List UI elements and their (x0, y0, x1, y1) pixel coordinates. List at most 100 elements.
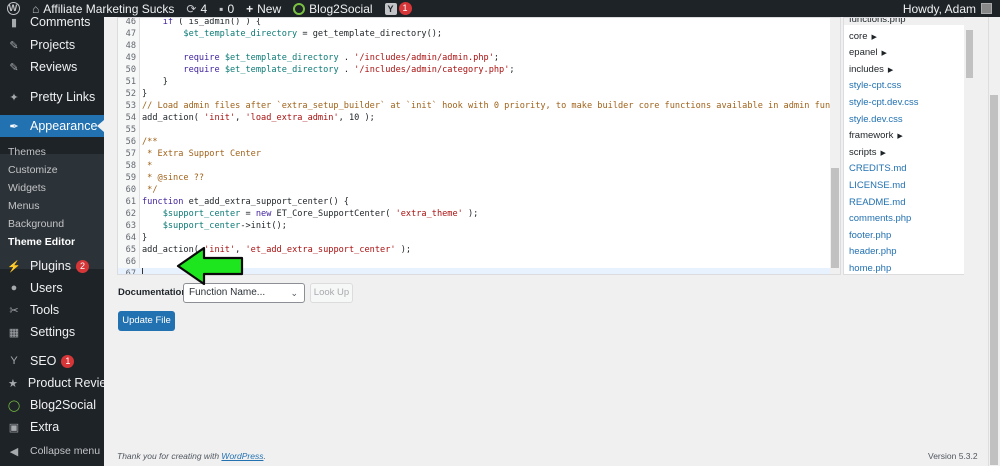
folder-item[interactable]: includes ▶ (849, 64, 893, 75)
submenu-item-background[interactable]: Background (8, 218, 64, 230)
code-line[interactable]: 55 (118, 124, 840, 136)
sidebar-item-users[interactable]: ● Users (0, 277, 104, 299)
file-item-label: epanel (849, 47, 878, 59)
sidebar-item-label: Plugins (30, 259, 71, 273)
paintbrush-icon: ✒ (9, 120, 19, 133)
code-line[interactable]: 51 } (118, 76, 840, 88)
sidebar-item-reviews[interactable]: ✎ Reviews (0, 56, 104, 78)
new-label: New (257, 1, 282, 16)
code-line[interactable]: 54 add_action( 'init', 'load_extra_admin'… (118, 112, 840, 124)
code-line[interactable]: 48 (118, 40, 840, 52)
sidebar-item-appearance[interactable]: ✒ Appearance (0, 115, 104, 137)
submenu-item-themes[interactable]: Themes (8, 146, 46, 158)
code-text: $support_center = new ET_Core_SupportCen… (162, 209, 479, 219)
file-item-label: header.php (849, 246, 897, 258)
code-editor[interactable]: 46 if ( is_admin() ) {47 $et_template_di… (117, 17, 841, 275)
file-item[interactable]: style.dev.css (849, 114, 903, 125)
code-line[interactable]: 61 function et_add_extra_support_center()… (118, 196, 840, 208)
extra-theme-icon: ▣ (8, 421, 20, 434)
sidebar-item-settings[interactable]: ▦ Settings (0, 321, 104, 343)
code-text: require $et_template_directory . '/inclu… (183, 53, 500, 63)
code-text: if ( is_admin() ) { (162, 17, 262, 27)
blog2social-link[interactable]: Blog2Social (287, 0, 378, 17)
submenu-item-widgets[interactable]: Widgets (8, 182, 46, 194)
file-item-label: style-cpt.dev.css (849, 97, 919, 108)
submenu-item-theme-editor[interactable]: Theme Editor (8, 236, 75, 248)
code-line[interactable]: 46 if ( is_admin() ) { (118, 17, 840, 28)
editor-scrollbar-thumb[interactable] (831, 168, 839, 268)
file-list-scrollbar-thumb[interactable] (966, 30, 973, 78)
update-file-button[interactable]: Update File (118, 311, 175, 331)
footer-thanks-suffix: . (263, 451, 266, 461)
code-line[interactable]: 60 */ (118, 184, 840, 196)
sidebar-item-plugins[interactable]: ⚡ Plugins 2 (0, 255, 104, 277)
folder-item[interactable]: epanel ▶ (849, 47, 887, 58)
account-menu[interactable]: Howdy, Adam (903, 2, 1000, 16)
code-line[interactable]: 50 require $et_template_directory . '/in… (118, 64, 840, 76)
code-line[interactable]: 56 /** (118, 136, 840, 148)
settings-icon: ▦ (8, 326, 20, 339)
sidebar-item-label: Blog2Social (30, 398, 97, 412)
new-content-link[interactable]: + New (240, 0, 287, 17)
sidebar-item-tools[interactable]: ✂ Tools (0, 299, 104, 321)
comments-count: 0 (227, 1, 235, 16)
code-line[interactable]: 58 * (118, 160, 840, 172)
code-line[interactable]: 49 require $et_template_directory . '/in… (118, 52, 840, 64)
file-item[interactable]: footer.php (849, 230, 891, 241)
file-item[interactable]: header.php (849, 246, 897, 257)
file-item-label: CREDITS.md (849, 163, 907, 175)
code-line[interactable]: 63 $support_center->init(); (118, 220, 840, 232)
file-item[interactable]: style-cpt.dev.css (849, 97, 919, 108)
file-item-label: functions.php (849, 17, 906, 25)
sidebar-item-label: Comments (30, 15, 91, 29)
code-line[interactable]: 53 // Load admin files after `extra_setup… (118, 100, 840, 112)
page-scrollbar-thumb[interactable] (990, 95, 998, 465)
code-text: } (142, 233, 148, 243)
file-item[interactable]: functions.php (844, 17, 964, 25)
plugins-badge: 2 (76, 259, 89, 273)
yoast-link[interactable]: Y 1 (379, 0, 418, 17)
collapse-menu-button[interactable]: ◀ Collapse menu (0, 440, 104, 462)
file-item[interactable]: home.php (849, 263, 891, 274)
code-line[interactable]: 47 $et_template_directory = get_template… (118, 28, 840, 40)
code-text: require $et_template_directory . '/inclu… (183, 65, 515, 75)
file-item[interactable]: style-cpt.css (849, 80, 901, 91)
folder-item[interactable]: core ▶ (849, 31, 877, 42)
code-text: $support_center->init(); (162, 221, 287, 231)
comments-link[interactable]: ▪ 0 (213, 0, 240, 17)
submenu-item-customize[interactable]: Customize (8, 164, 58, 176)
sidebar-item-blog2social[interactable]: ◯ Blog2Social (0, 394, 104, 416)
code-line[interactable]: 52} (118, 88, 840, 100)
file-item-label: README.md (849, 196, 906, 208)
wordpress-link[interactable]: WordPress (221, 451, 263, 461)
sidebar-item-seo[interactable]: Y SEO 1 (0, 350, 104, 372)
code-text: * Extra Support Center (142, 149, 261, 159)
code-line[interactable]: 57 * Extra Support Center (118, 148, 840, 160)
sidebar-item-projects[interactable]: ✎ Projects (0, 34, 104, 56)
file-item[interactable]: LICENSE.md (849, 180, 906, 191)
file-item[interactable]: CREDITS.md (849, 163, 907, 174)
code-line[interactable]: 59 * @since ?? (118, 172, 840, 184)
file-item-label: LICENSE.md (849, 180, 906, 191)
pin-icon: ✎ (9, 39, 19, 52)
updates-link[interactable]: ⟳ 4 (180, 0, 213, 17)
comment-bubble-icon: ▪ (219, 1, 224, 16)
code-line[interactable]: 64} (118, 232, 840, 244)
sidebar-item-extra[interactable]: ▣ Extra (0, 416, 104, 438)
file-item[interactable]: comments.php (849, 213, 911, 224)
file-item[interactable]: README.md (849, 197, 905, 208)
code-text: function et_add_extra_support_center() { (142, 197, 349, 207)
blog2social-icon (293, 2, 306, 15)
line-number: 53 (125, 101, 136, 111)
blog2social-label: Blog2Social (309, 1, 373, 16)
code-line[interactable]: 62 $support_center = new ET_Core_Support… (118, 208, 840, 220)
submenu-item-menus[interactable]: Menus (8, 200, 40, 212)
sidebar-item-product-review[interactable]: ★ Product Review (0, 372, 115, 394)
line-number: 56 (125, 137, 136, 147)
sidebar-item-pretty-links[interactable]: ✦ Pretty Links (0, 86, 104, 108)
user-icon: ● (10, 282, 18, 294)
folder-item[interactable]: framework ▶ (849, 130, 903, 141)
sidebar-item-comments[interactable]: ▮ Comments (0, 11, 104, 33)
look-up-button[interactable]: Look Up (310, 283, 353, 303)
folder-item[interactable]: scripts ▶ (849, 147, 886, 158)
